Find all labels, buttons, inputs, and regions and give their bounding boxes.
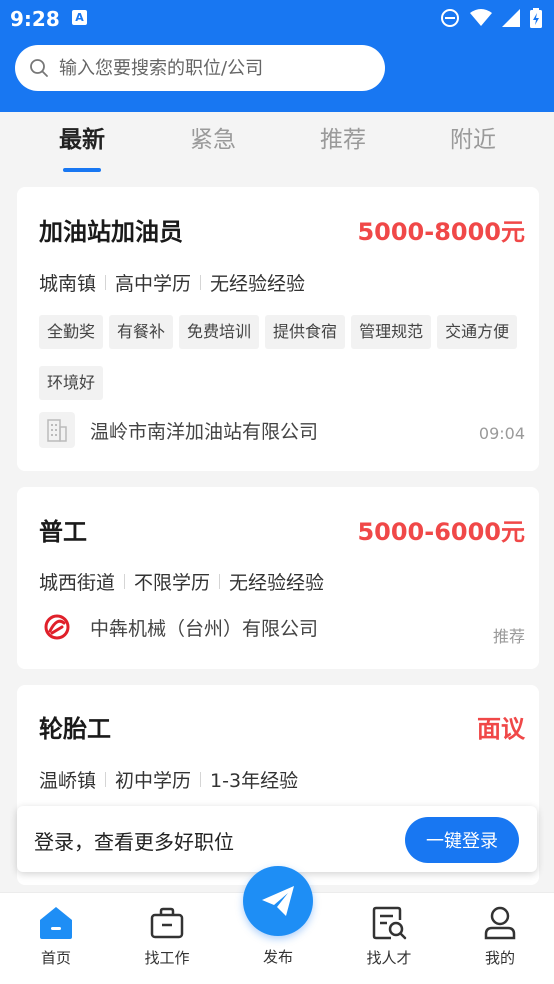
- notification-app-icon: A: [72, 10, 87, 25]
- search-icon: [30, 59, 48, 77]
- post-time: 09:04: [478, 424, 525, 443]
- job-tag: 提供食宿: [265, 315, 346, 349]
- nav-find-job-label: 找工作: [144, 949, 190, 967]
- job-location: 城南镇: [39, 273, 97, 295]
- search-bar[interactable]: [15, 45, 385, 91]
- job-tag: 交通方便: [437, 315, 518, 349]
- meta-divider: [219, 574, 221, 589]
- login-banner: 登录，查看更多好职位 一键登录: [17, 806, 537, 872]
- job-tag: 免费培训: [179, 315, 260, 349]
- job-education: 不限学历: [134, 572, 211, 594]
- job-card[interactable]: 普工 5000-6000元 城西街道 不限学历 无经验经验 中犇机械（台州）有限…: [17, 487, 539, 669]
- briefcase-icon: [150, 907, 184, 939]
- active-tab-indicator: [63, 168, 101, 172]
- company-row: 温岭市南洋加油站有限公司: [39, 412, 318, 448]
- tab-nearby[interactable]: 附近: [423, 120, 523, 154]
- publish-button[interactable]: [243, 866, 313, 936]
- nav-mine[interactable]: 我的: [455, 905, 545, 968]
- status-time: 9:28: [10, 7, 60, 31]
- job-salary: 5000-8000元: [357, 218, 525, 246]
- one-click-login-button[interactable]: 一键登录: [405, 817, 519, 863]
- paper-plane-icon: [262, 886, 294, 916]
- meta-divider: [200, 772, 202, 787]
- search-input[interactable]: [59, 45, 369, 91]
- job-title: 普工: [39, 518, 87, 546]
- nav-home[interactable]: 首页: [11, 905, 101, 968]
- nav-mine-label: 我的: [484, 949, 515, 967]
- job-location: 城西街道: [39, 572, 116, 594]
- job-salary: 面议: [477, 715, 525, 743]
- job-experience: 1-3年经验: [210, 770, 299, 792]
- company-row: 中犇机械（台州）有限公司: [39, 609, 318, 645]
- job-tag: 全勤奖: [39, 315, 104, 349]
- nav-publish-label: 发布: [262, 948, 293, 966]
- battery-icon: [530, 8, 542, 28]
- job-experience: 无经验经验: [210, 273, 306, 295]
- talent-search-icon: [372, 906, 407, 940]
- job-meta: 城南镇 高中学历 无经验经验: [39, 269, 305, 296]
- recommend-label: 推荐: [492, 627, 525, 646]
- job-tag: 有餐补: [109, 315, 174, 349]
- user-icon: [484, 906, 516, 940]
- job-tag: 管理规范: [351, 315, 432, 349]
- meta-divider: [200, 275, 202, 290]
- tab-urgent[interactable]: 紧急: [163, 120, 263, 154]
- job-meta: 温峤镇 初中学历 1-3年经验: [39, 766, 298, 793]
- job-location: 温峤镇: [39, 770, 97, 792]
- tab-recommended[interactable]: 推荐: [293, 120, 393, 154]
- company-building-icon: [39, 412, 75, 448]
- job-meta: 城西街道 不限学历 无经验经验: [39, 568, 324, 595]
- status-icons: [440, 8, 542, 28]
- meta-divider: [105, 772, 107, 787]
- job-education: 高中学历: [115, 273, 192, 295]
- company-logo-icon: [39, 609, 75, 645]
- login-prompt: 登录，查看更多好职位: [34, 830, 234, 854]
- job-education: 初中学历: [115, 770, 192, 792]
- status-bar: 9:28 A: [0, 0, 554, 38]
- app-header: 9:28 A: [0, 0, 554, 112]
- job-tag: 环境好: [39, 366, 104, 400]
- job-salary: 5000-6000元: [357, 518, 525, 546]
- tab-latest[interactable]: 最新: [32, 120, 132, 154]
- job-experience: 无经验经验: [229, 572, 325, 594]
- job-tags: 全勤奖 有餐补 免费培训 提供食宿 管理规范 交通方便 环境好: [39, 315, 519, 400]
- company-name: 温岭市南洋加油站有限公司: [90, 420, 319, 443]
- job-title: 加油站加油员: [39, 218, 183, 246]
- nav-find-talent[interactable]: 找人才: [344, 905, 434, 968]
- signal-icon: [502, 9, 520, 27]
- nav-home-label: 首页: [40, 949, 71, 967]
- dnd-icon: [441, 9, 459, 27]
- nav-find-job[interactable]: 找工作: [122, 905, 212, 968]
- job-title: 轮胎工: [39, 715, 111, 743]
- nav-find-talent-label: 找人才: [366, 949, 412, 967]
- meta-divider: [105, 275, 107, 290]
- job-card[interactable]: 加油站加油员 5000-8000元 城南镇 高中学历 无经验经验 全勤奖 有餐补…: [17, 187, 539, 471]
- category-tabs: 最新 紧急 推荐 附近: [0, 112, 554, 176]
- home-icon: [40, 907, 72, 939]
- meta-divider: [124, 574, 126, 589]
- company-name: 中犇机械（台州）有限公司: [90, 617, 319, 640]
- wifi-icon: [470, 9, 492, 26]
